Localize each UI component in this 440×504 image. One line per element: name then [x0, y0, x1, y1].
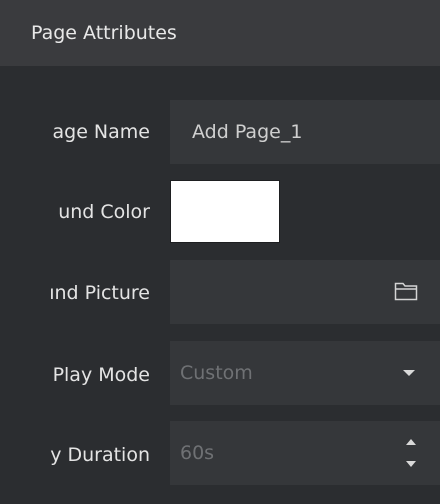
play-duration-value: 60s	[180, 442, 215, 464]
play-duration-label: y Duration	[50, 444, 150, 466]
chevron-down-icon[interactable]	[403, 370, 415, 376]
play-mode-value: Custom	[180, 362, 253, 384]
panel-header: Page Attributes	[0, 0, 440, 66]
stepper-up-icon[interactable]	[406, 439, 416, 445]
play-mode-select[interactable]: Custom	[170, 341, 440, 405]
folder-icon[interactable]	[394, 281, 418, 301]
stepper-icon[interactable]	[406, 435, 418, 471]
page-name-value: Add Page_1	[192, 121, 303, 143]
page-attributes-panel: Page Attributes age Name Add Page_1 und …	[0, 0, 440, 504]
stepper-down-icon[interactable]	[406, 461, 416, 467]
page-name-label: age Name	[52, 121, 151, 143]
page-name-input[interactable]: Add Page_1	[170, 100, 440, 164]
play-mode-label: Play Mode	[52, 364, 150, 386]
play-duration-input[interactable]: 60s	[170, 421, 440, 485]
background-picture-label: ınd Picture	[49, 282, 150, 304]
background-picture-field[interactable]	[170, 260, 440, 324]
background-color-swatch[interactable]	[170, 180, 280, 243]
background-color-label: und Color	[58, 201, 150, 223]
panel-title: Page Attributes	[31, 22, 177, 44]
